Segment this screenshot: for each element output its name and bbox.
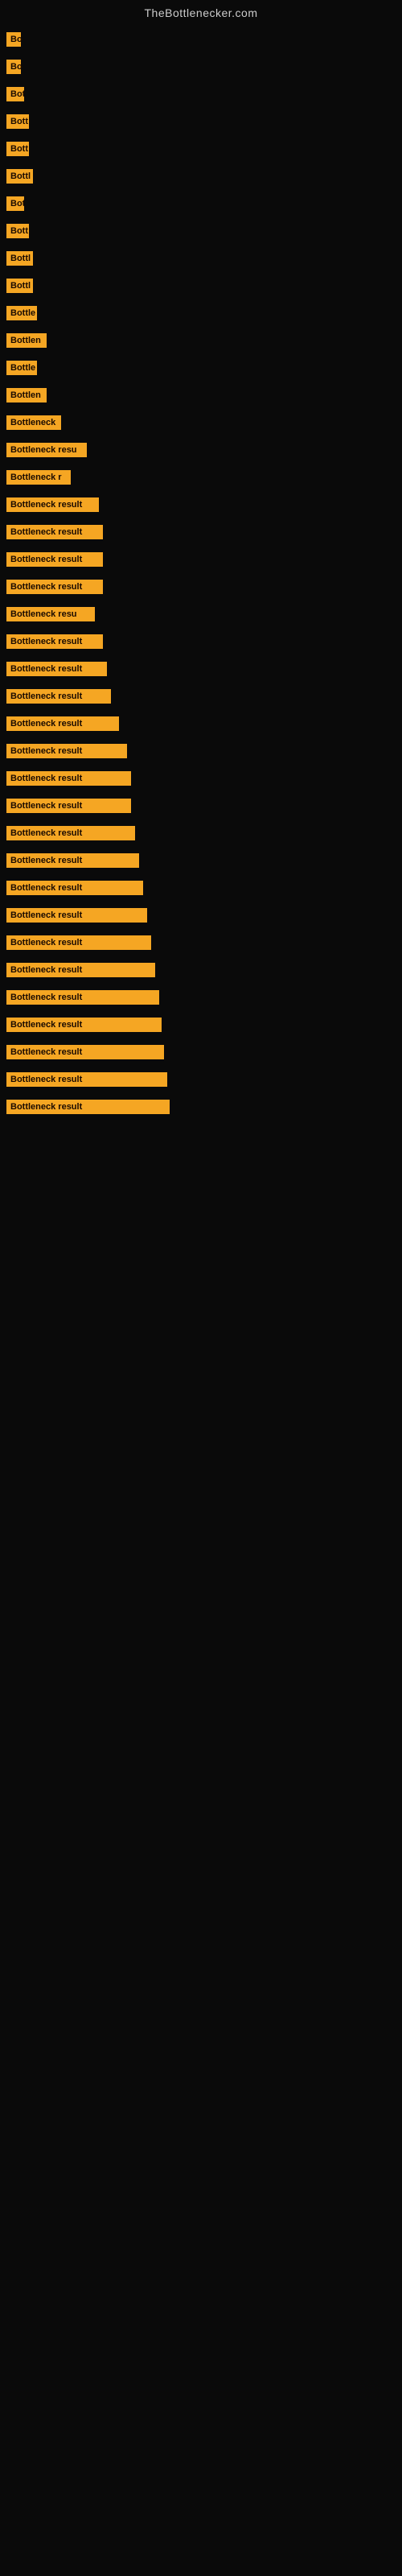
list-item: Bottleneck result: [0, 575, 402, 599]
bottleneck-label: Bottleneck result: [6, 716, 119, 731]
bottleneck-label: Bottleneck resu: [6, 607, 95, 621]
bottleneck-label: Bottleneck result: [6, 799, 131, 813]
bottleneck-label: Bottleneck result: [6, 826, 135, 840]
site-title: TheBottlenecker.com: [0, 0, 402, 23]
list-item: Bottleneck r: [0, 465, 402, 489]
list-item: Bottleneck result: [0, 739, 402, 763]
list-item: Bott: [0, 219, 402, 243]
bottleneck-label: Bottleneck result: [6, 908, 147, 923]
bottleneck-label: Bottle: [6, 306, 37, 320]
list-item: Bottle: [0, 301, 402, 325]
bottleneck-label: Bottle: [6, 361, 37, 375]
bottleneck-label: Bottl: [6, 169, 33, 184]
list-item: Bottlen: [0, 328, 402, 353]
list-item: Bottleneck result: [0, 1095, 402, 1119]
bottleneck-label: Bottleneck result: [6, 497, 99, 512]
list-item: Bottleneck result: [0, 1067, 402, 1092]
list-item: Bottleneck result: [0, 766, 402, 791]
bottleneck-label: Bottleneck result: [6, 580, 103, 594]
bottleneck-label: Bo: [6, 32, 21, 47]
bottleneck-label: Bott: [6, 142, 29, 156]
list-item: Bottl: [0, 274, 402, 298]
list-item: Bottleneck resu: [0, 602, 402, 626]
list-item: Bottleneck result: [0, 712, 402, 736]
bottleneck-label: Bottleneck result: [6, 990, 159, 1005]
list-item: Bot: [0, 192, 402, 216]
bottleneck-label: Bot: [6, 196, 24, 211]
list-item: Bottleneck result: [0, 848, 402, 873]
list-item: Bottleneck result: [0, 931, 402, 955]
list-item: Bottleneck: [0, 411, 402, 435]
list-item: Bo: [0, 27, 402, 52]
bottleneck-label: Bott: [6, 224, 29, 238]
bottleneck-label: Bottleneck result: [6, 1100, 170, 1114]
bottleneck-label: Bottl: [6, 251, 33, 266]
bottleneck-label: Bottlen: [6, 388, 47, 402]
bottleneck-label: Bottlen: [6, 333, 47, 348]
bottleneck-label: Bottleneck result: [6, 853, 139, 868]
bottleneck-label: Bottleneck result: [6, 881, 143, 895]
bottleneck-label: Bottleneck result: [6, 935, 151, 950]
bottleneck-label: Bottl: [6, 279, 33, 293]
bottleneck-label: Bot: [6, 87, 24, 101]
bottleneck-label: Bottleneck resu: [6, 443, 87, 457]
list-item: Bottleneck result: [0, 1040, 402, 1064]
list-item: Bottleneck result: [0, 684, 402, 708]
bottleneck-label: Bottleneck result: [6, 634, 103, 649]
list-item: Bottleneck result: [0, 657, 402, 681]
list-item: Bottleneck result: [0, 821, 402, 845]
list-item: Bottleneck result: [0, 958, 402, 982]
list-item: Bottleneck result: [0, 1013, 402, 1037]
list-item: Bo: [0, 55, 402, 79]
bottleneck-label: Bottleneck result: [6, 662, 107, 676]
bottleneck-label: Bottleneck result: [6, 1045, 164, 1059]
list-item: Bott: [0, 137, 402, 161]
bottleneck-label: Bottleneck result: [6, 689, 111, 704]
list-item: Bottle: [0, 356, 402, 380]
list-item: Bottleneck result: [0, 630, 402, 654]
bottleneck-label: Bottleneck: [6, 415, 61, 430]
bottleneck-label: Bott: [6, 114, 29, 129]
bottleneck-label: Bottleneck result: [6, 525, 103, 539]
bottleneck-label: Bottleneck result: [6, 1018, 162, 1032]
list-item: Bottleneck result: [0, 493, 402, 517]
list-item: Bottleneck resu: [0, 438, 402, 462]
list-item: Bottl: [0, 246, 402, 270]
list-item: Bottl: [0, 164, 402, 188]
bottleneck-label: Bottleneck result: [6, 552, 103, 567]
bottleneck-label: Bottleneck result: [6, 771, 131, 786]
rows-container: Bo Bo Bot Bott Bott Bottl Bot Bott Bottl Bottl Bot…: [0, 23, 402, 1124]
list-item: Bottlen: [0, 383, 402, 407]
list-item: Bott: [0, 109, 402, 134]
list-item: Bot: [0, 82, 402, 106]
bottleneck-label: Bottleneck r: [6, 470, 71, 485]
list-item: Bottleneck result: [0, 985, 402, 1009]
bottleneck-label: Bottleneck result: [6, 963, 155, 977]
bottleneck-label: Bottleneck result: [6, 744, 127, 758]
bottleneck-label: Bo: [6, 60, 21, 74]
list-item: Bottleneck result: [0, 903, 402, 927]
list-item: Bottleneck result: [0, 547, 402, 572]
list-item: Bottleneck result: [0, 876, 402, 900]
bottleneck-label: Bottleneck result: [6, 1072, 167, 1087]
list-item: Bottleneck result: [0, 520, 402, 544]
list-item: Bottleneck result: [0, 794, 402, 818]
